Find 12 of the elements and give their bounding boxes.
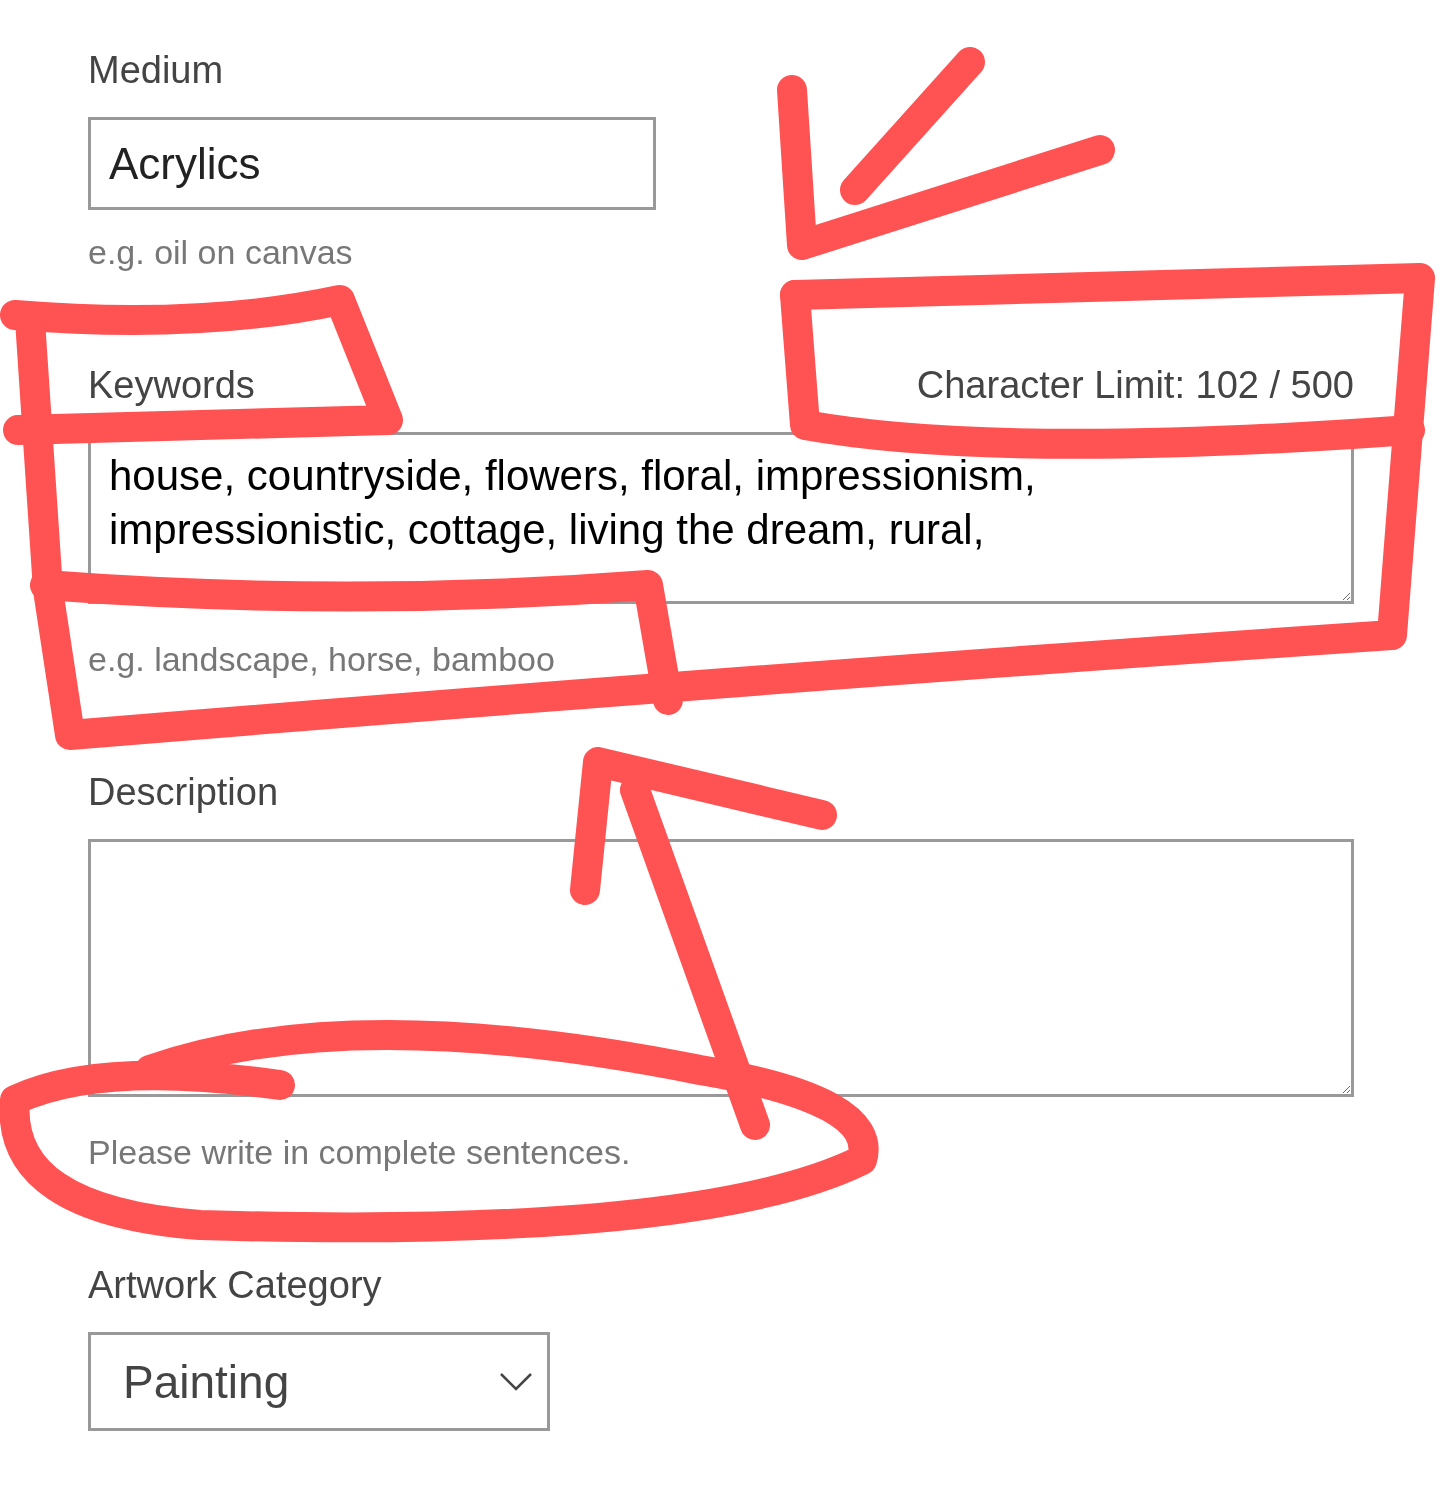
field-hint: e.g. oil on canvas [88,232,354,272]
character-counter: Character Limit: 102 / 500 [916,363,1354,408]
category-dropdown[interactable]: Painting [88,1332,550,1431]
medium-field[interactable]: Acrylics [88,117,656,210]
field-hint: e.g. landscape, horse, bamboo [88,639,556,679]
chevron-down-icon [499,1371,533,1392]
field-label: Keywords [88,363,255,408]
field-label: Description [88,770,279,815]
text-area[interactable] [88,839,1354,1097]
field-hint: Please write in complete sentences. [88,1132,632,1172]
field-label: Artwork Category [88,1263,382,1308]
field-label: Medium [88,48,224,93]
